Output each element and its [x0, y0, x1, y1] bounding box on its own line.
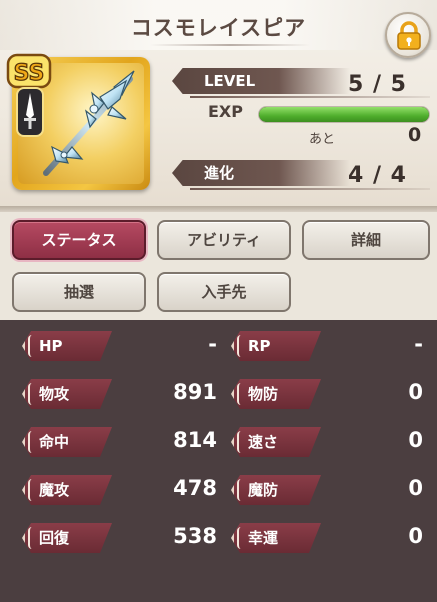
evolution-label: 進化: [172, 160, 350, 186]
stat-label-accuracy: 命中: [22, 427, 112, 457]
exp-progress-bar: [258, 106, 430, 123]
stat-label-physical-attack: 物攻: [22, 379, 112, 409]
stat-value-magic-attack: 478: [173, 476, 217, 500]
exp-remaining-value: 0: [408, 124, 422, 146]
stat-value-accuracy: 814: [173, 428, 217, 452]
exp-progress-fill: [259, 107, 429, 122]
stat-label-rp: RP: [231, 331, 321, 361]
stat-row: 命中 814 速さ 0: [0, 424, 437, 460]
evolution-label-text: 進化: [204, 164, 235, 182]
stat-label-physical-defense: 物防: [231, 379, 321, 409]
stat-label-speed: 速さ: [231, 427, 321, 457]
stat-value-speed: 0: [408, 428, 423, 452]
level-value: 5 / 5: [348, 72, 407, 97]
stat-value-rp: -: [414, 332, 423, 356]
level-label-text: LEVEL: [204, 72, 256, 90]
lock-icon: [397, 21, 421, 50]
stat-label-magic-defense: 魔防: [231, 475, 321, 505]
tab-bar: ステータス アビリティ 詳細 抽選 入手先: [0, 212, 437, 320]
stat-row: 魔攻 478 魔防 0: [0, 472, 437, 508]
ss-rank-badge-icon: SS: [6, 53, 52, 89]
tab-ability[interactable]: アビリティ: [157, 220, 291, 260]
lock-button[interactable]: [385, 12, 431, 58]
stat-row: 物攻 891 物防 0: [0, 376, 437, 412]
item-name: コスモレイスピア: [130, 16, 307, 40]
level-label: LEVEL: [172, 68, 350, 94]
stat-label-hp: HP: [22, 331, 112, 361]
item-icon-frame[interactable]: SS: [6, 53, 150, 190]
stat-label-magic-attack: 魔攻: [22, 475, 112, 505]
stat-label-recovery: 回復: [22, 523, 112, 553]
evolution-divider: [190, 188, 430, 190]
weapon-type-badge: [16, 87, 44, 137]
stat-value-hp: -: [208, 332, 217, 356]
stat-row: HP - RP -: [0, 328, 437, 364]
tab-acquisition[interactable]: 入手先: [157, 272, 291, 312]
exp-remaining-label: あと: [309, 132, 336, 147]
stat-value-luck: 0: [408, 524, 423, 548]
title-underline: [150, 44, 310, 46]
exp-label: EXP: [208, 102, 243, 121]
evolution-value: 4 / 4: [348, 163, 407, 188]
item-header-panel: コスモレイスピア SS LEVEL 5 / 5 EXP あと 0 進化 4 / …: [0, 0, 437, 212]
status-panel: HP - RP - 物攻 891 物防 0 命中 814 速さ 0 魔攻 478…: [0, 320, 437, 602]
tab-details[interactable]: 詳細: [302, 220, 430, 260]
tab-status[interactable]: ステータス: [12, 220, 146, 260]
stat-row: 回復 538 幸運 0: [0, 520, 437, 556]
sword-type-icon: [24, 93, 36, 129]
stat-value-physical-attack: 891: [173, 380, 217, 404]
stat-label-luck: 幸運: [231, 523, 321, 553]
stat-value-physical-defense: 0: [408, 380, 423, 404]
svg-text:SS: SS: [14, 61, 45, 86]
stat-value-magic-defense: 0: [408, 476, 423, 500]
stat-value-recovery: 538: [173, 524, 217, 548]
tab-lottery[interactable]: 抽選: [12, 272, 146, 312]
